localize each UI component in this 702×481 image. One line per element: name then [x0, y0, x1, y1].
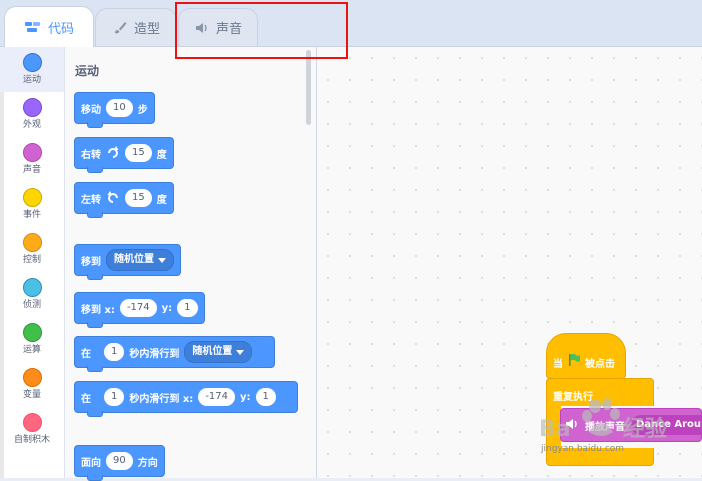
category-control[interactable]: 控制 [0, 227, 64, 272]
move-label: 移动 [81, 104, 101, 116]
category-my-blocks-label: 自制积木 [13, 435, 50, 445]
green-flag-icon [567, 353, 581, 370]
glide-xy-label1: 在 [81, 393, 91, 405]
category-control-label: 控制 [22, 255, 41, 265]
category-operators-label: 运算 [22, 345, 41, 355]
turn-left-label: 左转 [81, 194, 101, 206]
looks-dot-icon [22, 98, 42, 117]
sensing-dot-icon [22, 278, 42, 297]
category-motion[interactable]: 运动 [0, 47, 64, 92]
goto-y-input[interactable]: 1 [177, 299, 198, 317]
events-dot-icon [22, 188, 42, 207]
tab-costumes-label: 造型 [133, 22, 160, 37]
move-unit: 步 [137, 104, 148, 116]
turn-right-unit: 度 [156, 149, 167, 161]
goto-xy-label: 移到 x: [81, 304, 115, 316]
highlight-annotation-box [175, 2, 348, 59]
palette-section-title: 运动 [75, 64, 100, 78]
glide-target-dropdown[interactable]: 随机位置 [184, 341, 253, 363]
move-steps-input[interactable]: 10 [106, 99, 133, 117]
direction-input[interactable]: 90 [106, 452, 133, 470]
turn-right-label: 右转 [81, 149, 101, 161]
glide-to-label1: 在 [81, 348, 91, 360]
tab-code-label: 代码 [47, 21, 74, 37]
glide-xy-label2: 秒内滑行到 x: [129, 393, 194, 405]
category-looks-label: 外观 [22, 120, 41, 130]
glide-xy-block[interactable]: 在 1 秒内滑行到 x: -174 y: 1 [74, 381, 298, 417]
goto-x-input[interactable]: -174 [119, 299, 157, 317]
category-menu: 运动 外观 声音 事件 控制 侦测 运算 变量 自制积木 [0, 47, 65, 478]
clicked-label: 被点击 [585, 359, 615, 370]
caret-down-icon [158, 257, 166, 263]
svg-text:Ba: Ba [539, 417, 571, 442]
category-sound-label: 声音 [22, 165, 41, 175]
caret-down-icon [236, 349, 245, 355]
turn-left-degrees-input[interactable]: 15 [125, 189, 152, 207]
code-icon [24, 20, 42, 34]
goto-label: 移到 [81, 256, 101, 268]
my-blocks-dot-icon [22, 413, 42, 432]
rotate-clockwise-icon [106, 145, 120, 162]
category-motion-label: 运动 [22, 75, 41, 85]
when-label: 当 [553, 359, 563, 370]
category-variables-label: 变量 [22, 390, 41, 400]
baidu-jingyan-watermark-logo: Ba 经验 [537, 396, 702, 468]
glide-y-label: y: [240, 391, 251, 403]
glide-to-label2: 秒内滑行到 [129, 348, 180, 360]
turn-right-degrees-input[interactable]: 15 [125, 144, 152, 162]
turn-left-unit: 度 [156, 194, 167, 206]
variables-dot-icon [22, 368, 42, 387]
rotate-counterclockwise-icon [106, 190, 120, 207]
palette-scrollbar[interactable] [306, 50, 311, 125]
goto-xy-block[interactable]: 移到 x: -174 y: 1 [74, 292, 205, 328]
control-dot-icon [22, 233, 42, 252]
category-operators[interactable]: 运算 [0, 317, 64, 362]
category-my-blocks[interactable]: 自制积木 [0, 407, 64, 452]
svg-text:经验: 经验 [623, 416, 667, 442]
category-looks[interactable]: 外观 [0, 92, 64, 137]
category-sensing-label: 侦测 [22, 300, 41, 310]
glide-target-value: 随机位置 [192, 346, 233, 357]
sound-dot-icon [22, 143, 42, 162]
turn-left-block[interactable]: 左转 15 度 [74, 182, 174, 218]
tab-code[interactable]: 代码 [4, 6, 94, 47]
operators-dot-icon [22, 323, 42, 342]
point-direction-block[interactable]: 面向 90 方向 [74, 445, 165, 481]
glide-to-block[interactable]: 在 1 秒内滑行到 随机位置 [74, 336, 275, 372]
brush-icon [112, 20, 128, 36]
goto-target-dropdown[interactable]: 随机位置 [106, 249, 174, 271]
when-flag-clicked-block[interactable]: 当 被点击 [546, 333, 626, 379]
editor-tab-bar: 代码 造型 声音 [0, 0, 702, 47]
move-steps-block[interactable]: 移动 10 步 [74, 92, 155, 128]
point-direction-label: 面向 [81, 457, 101, 469]
category-events[interactable]: 事件 [0, 182, 64, 227]
goto-block[interactable]: 移到 随机位置 [74, 244, 181, 280]
category-sound[interactable]: 声音 [0, 137, 64, 182]
turn-right-block[interactable]: 右转 15 度 [74, 137, 174, 173]
glide-y-input[interactable]: 1 [255, 388, 276, 406]
glide-xy-secs-input[interactable]: 1 [104, 388, 125, 406]
category-sensing[interactable]: 侦测 [0, 272, 64, 317]
point-direction-unit: 方向 [137, 457, 158, 469]
glide-to-secs-input[interactable]: 1 [104, 343, 125, 361]
glide-x-input[interactable]: -174 [198, 388, 236, 406]
goto-y-label: y: [161, 302, 173, 314]
category-events-label: 事件 [22, 210, 41, 220]
watermark-site: jingyan.baidu.com [541, 444, 625, 454]
goto-target-value: 随机位置 [114, 254, 154, 265]
tab-costumes[interactable]: 造型 [95, 8, 177, 46]
motion-dot-icon [22, 53, 42, 72]
category-variables[interactable]: 变量 [0, 362, 64, 407]
